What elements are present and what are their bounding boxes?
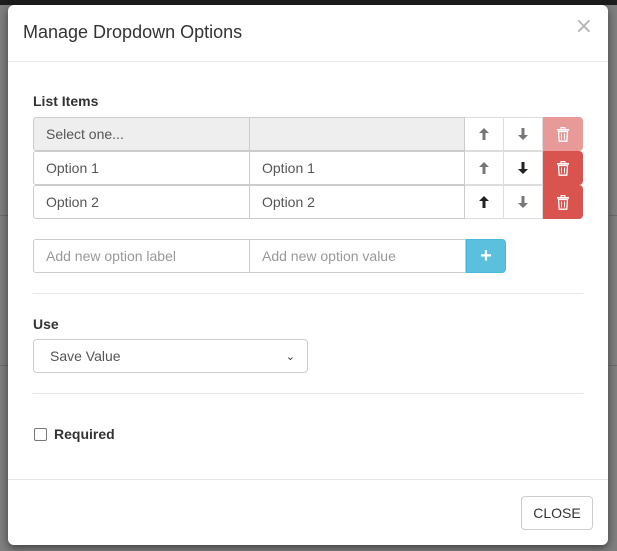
trash-icon [557,126,569,142]
divider [33,393,583,394]
option-label-field[interactable]: Option 2 [33,185,250,219]
background-divider [0,365,8,366]
close-icon[interactable]: × [575,16,593,38]
delete-option-button[interactable] [543,185,583,219]
close-button[interactable]: CLOSE [521,496,593,530]
option-value-field [249,117,465,151]
list-item-row: Select one... [33,117,583,151]
delete-option-button[interactable] [543,117,583,151]
move-up-button[interactable] [465,151,504,185]
new-option-label-input[interactable]: Add new option label [33,239,250,273]
background-divider [609,365,617,366]
manage-dropdown-modal: Manage Dropdown Options × List Items Sel… [8,5,608,545]
arrow-down-icon [518,196,528,208]
delete-option-button[interactable] [543,151,583,185]
new-option-value-input[interactable]: Add new option value [249,239,466,273]
divider [33,293,583,294]
move-up-button[interactable] [465,117,504,151]
arrow-down-icon [518,128,528,140]
move-down-button[interactable] [504,117,543,151]
modal-title: Manage Dropdown Options [23,22,243,42]
required-row: Required [34,426,115,442]
move-down-button[interactable] [504,151,543,185]
required-checkbox[interactable] [34,427,47,441]
option-value-field[interactable]: Option 2 [249,185,465,219]
option-label-field: Select one... [33,117,250,151]
background-divider [0,215,8,216]
modal-footer: CLOSE [8,479,608,545]
trash-icon [557,160,569,176]
use-heading: Use [33,316,59,332]
chevron-down-icon: ⌄ [285,349,295,363]
list-item-row: Option 1 Option 1 [33,151,583,185]
option-value-field[interactable]: Option 1 [249,151,465,185]
add-option-row: Add new option label Add new option valu… [33,239,506,273]
plus-icon: + [480,244,492,267]
modal-header: Manage Dropdown Options × [8,5,608,62]
move-down-button[interactable] [504,185,543,219]
move-up-button[interactable] [465,185,504,219]
background-divider [609,215,617,216]
arrow-up-icon [479,128,489,140]
arrow-down-icon [518,162,528,174]
use-select-value: Save Value [50,348,121,364]
trash-icon [557,194,569,210]
use-select[interactable]: Save Value ⌄ [33,339,308,373]
arrow-up-icon [479,162,489,174]
option-label-field[interactable]: Option 1 [33,151,250,185]
list-items-heading: List Items [33,93,99,109]
add-option-button[interactable]: + [466,239,506,273]
list-item-row: Option 2 Option 2 [33,185,583,219]
required-label[interactable]: Required [54,426,115,442]
arrow-up-icon [479,196,489,208]
